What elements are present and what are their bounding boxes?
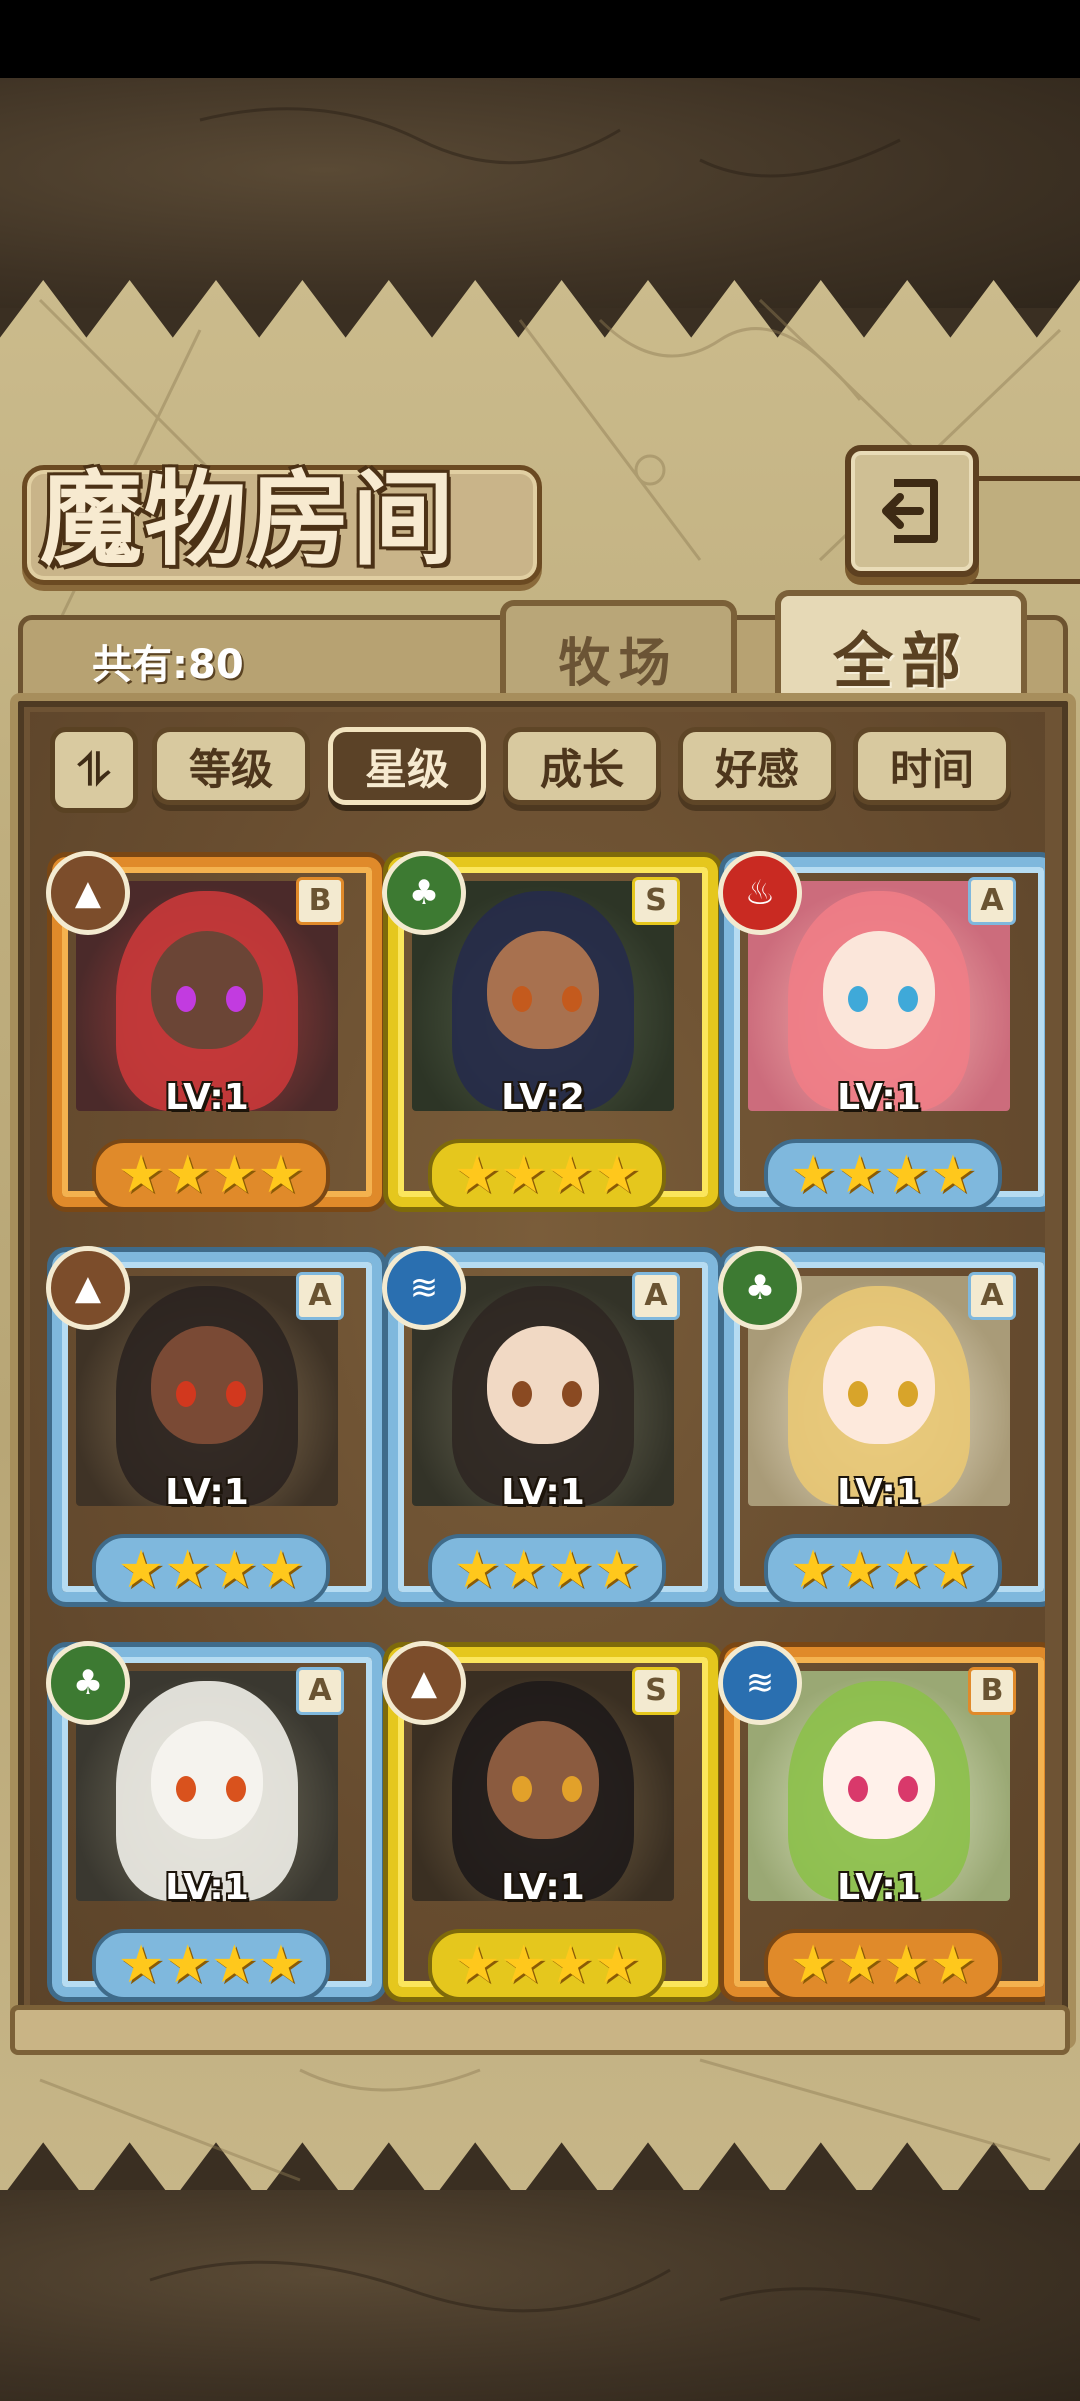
rank-badge: A: [968, 877, 1016, 925]
earth-element-icon: ▲: [46, 1246, 130, 1330]
water-element-icon: ≋: [382, 1246, 466, 1330]
star-rating: ★★★★: [428, 1929, 666, 2001]
star-rating: ★★★★: [92, 1139, 330, 1211]
page-title: 魔物房间: [40, 460, 456, 580]
monster-card[interactable]: ≋ B LV:1 ★★★★: [718, 1641, 1045, 2002]
monster-grid: ▲ B LV:1 ★★★★ ♣ S LV:2 ★★★★ ♨ A LV:1 ★★★…: [30, 712, 1045, 2002]
level-label: LV:1: [165, 1472, 249, 1513]
background-map-bottom: [0, 2190, 1080, 2401]
stars-icon: ★★★★: [117, 1540, 305, 1600]
level-label: LV:1: [501, 1472, 585, 1513]
rank-badge: A: [632, 1272, 680, 1320]
water-element-icon: ≋: [718, 1641, 802, 1725]
rank-badge: A: [296, 1272, 344, 1320]
stars-icon: ★★★★: [789, 1540, 977, 1600]
grass-element-icon: ♣: [382, 851, 466, 935]
panel-footer: [10, 2005, 1070, 2055]
back-button-tail: [967, 476, 1080, 584]
monster-card[interactable]: ♣ A LV:1 ★★★★: [718, 1246, 1045, 1612]
star-rating: ★★★★: [428, 1534, 666, 1606]
back-arrow-icon: [882, 479, 938, 543]
monster-card[interactable]: ▲ B LV:1 ★★★★: [46, 851, 382, 1217]
fire-element-icon: ♨: [718, 851, 802, 935]
star-rating: ★★★★: [764, 1534, 1002, 1606]
level-label: LV:1: [837, 1867, 921, 1908]
rank-badge: S: [632, 1667, 680, 1715]
monster-card[interactable]: ♣ S LV:2 ★★★★: [382, 851, 718, 1217]
level-label: LV:1: [165, 1867, 249, 1908]
stars-icon: ★★★★: [453, 1540, 641, 1600]
star-rating: ★★★★: [92, 1534, 330, 1606]
level-label: LV:1: [165, 1077, 249, 1118]
stars-icon: ★★★★: [453, 1145, 641, 1205]
grass-element-icon: ♣: [718, 1246, 802, 1330]
rank-badge: S: [632, 877, 680, 925]
level-label: LV:1: [837, 1077, 921, 1118]
level-label: LV:2: [501, 1077, 585, 1118]
rank-badge: A: [296, 1667, 344, 1715]
level-label: LV:1: [837, 1472, 921, 1513]
status-bar: [0, 0, 1080, 78]
earth-element-icon: ▲: [382, 1641, 466, 1725]
rank-badge: B: [296, 877, 344, 925]
monster-card[interactable]: ▲ A LV:1 ★★★★: [46, 1246, 382, 1612]
rank-badge: A: [968, 1272, 1016, 1320]
grass-element-icon: ♣: [46, 1641, 130, 1725]
stars-icon: ★★★★: [789, 1935, 977, 1995]
monster-card[interactable]: ≋ A LV:1 ★★★★: [382, 1246, 718, 1612]
star-rating: ★★★★: [428, 1139, 666, 1211]
earth-element-icon: ▲: [46, 851, 130, 935]
star-rating: ★★★★: [764, 1139, 1002, 1211]
stars-icon: ★★★★: [453, 1935, 641, 1995]
stars-icon: ★★★★: [117, 1935, 305, 1995]
back-button[interactable]: [845, 445, 979, 577]
rank-badge: B: [968, 1667, 1016, 1715]
monster-count: 共有:80: [92, 642, 244, 688]
monster-card[interactable]: ♨ A LV:1 ★★★★: [718, 851, 1045, 1217]
stars-icon: ★★★★: [789, 1145, 977, 1205]
stars-icon: ★★★★: [117, 1145, 305, 1205]
level-label: LV:1: [501, 1867, 585, 1908]
background-map-top: [0, 78, 1080, 308]
monster-card[interactable]: ♣ A LV:1 ★★★★: [46, 1641, 382, 2002]
star-rating: ★★★★: [92, 1929, 330, 2001]
monster-card[interactable]: ▲ S LV:1 ★★★★: [382, 1641, 718, 2002]
star-rating: ★★★★: [764, 1929, 1002, 2001]
